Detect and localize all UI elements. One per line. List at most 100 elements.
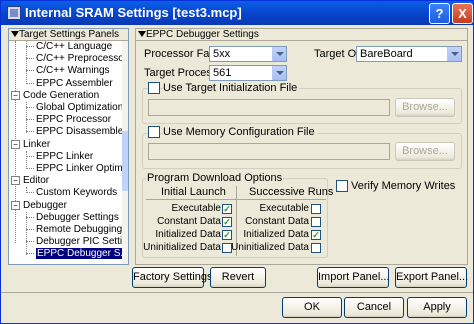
initial-option-label: Constant Data: [157, 216, 221, 227]
tree-group[interactable]: − Linker: [9, 139, 122, 150]
footer-divider: [1, 292, 473, 293]
collapse-icon[interactable]: −: [11, 140, 20, 149]
tree-item-label: EPPC Linker: [36, 151, 94, 162]
tree-connector: [26, 131, 34, 132]
close-button[interactable]: X: [452, 3, 473, 24]
tree-group[interactable]: − Editor: [9, 175, 122, 186]
tree-item-label: EPPC Debugger S...: [36, 248, 129, 259]
tree-item-label: Debugger: [23, 200, 67, 211]
successive-option-label: Uninitialized Data: [231, 242, 309, 253]
tree-connector: [26, 83, 34, 84]
processor-family-select[interactable]: 5xx: [209, 46, 287, 62]
initial-option-checkbox[interactable]: ✓: [222, 230, 232, 240]
target-init-file-field[interactable]: [148, 99, 390, 116]
tree-item-label: EPPC Disassembler: [36, 126, 127, 137]
chevron-down-icon: [447, 47, 461, 61]
ok-button[interactable]: OK: [282, 297, 342, 318]
tree-connector: [26, 229, 34, 230]
tree-connector: [26, 58, 34, 59]
successive-option-label: Constant Data: [245, 216, 309, 227]
initial-option-label: Executable: [171, 203, 221, 214]
collapse-triangle-icon: [11, 31, 19, 37]
initial-option-checkbox[interactable]: ✓: [222, 204, 232, 214]
successive-runs-heading: Successive Runs: [249, 186, 334, 198]
tree-connector: [26, 241, 34, 242]
target-processor-value: 561: [213, 67, 232, 79]
export-panel-button[interactable]: Export Panel...: [395, 267, 468, 288]
revert-button[interactable]: Revert: [210, 267, 266, 288]
initial-option-checkbox[interactable]: ✓: [222, 217, 232, 227]
tree-group[interactable]: − Debugger: [9, 200, 122, 211]
successive-option-label: Executable: [259, 203, 309, 214]
tree-item-label: Debugger Settings: [36, 212, 119, 223]
tree-connector: [26, 107, 34, 108]
initial-option-label: Initialized Data: [155, 229, 221, 240]
program-download-options-title: Program Download Options: [146, 172, 284, 184]
successive-option-checkbox[interactable]: [311, 217, 321, 227]
import-panel-button[interactable]: Import Panel...: [317, 267, 390, 288]
target-settings-panels: Target Settings Panels C/C++ Language C/C…: [8, 28, 129, 265]
apply-button[interactable]: Apply: [407, 297, 467, 318]
scrollbar-thumb[interactable]: [122, 131, 128, 191]
successive-option-checkbox[interactable]: ✓: [311, 230, 321, 240]
use-target-init-label: Use Target Initialization File: [163, 82, 300, 94]
successive-option-checkbox[interactable]: [311, 243, 321, 253]
tree-item-label: Global Optimizations: [36, 102, 129, 113]
app-icon: [7, 6, 21, 20]
target-os-value: BareBoard: [360, 48, 413, 60]
tree-item-label: Linker: [23, 139, 51, 150]
tree-group[interactable]: − Code Generation: [9, 90, 122, 101]
cancel-button[interactable]: Cancel: [344, 297, 404, 318]
tree-connector: [26, 70, 34, 71]
panel-header[interactable]: EPPC Debugger Settings: [136, 29, 467, 41]
chevron-down-icon: [272, 66, 286, 80]
tree-item-label: Code Generation: [23, 90, 100, 101]
browse-mem-config-button[interactable]: Browse...: [395, 142, 455, 161]
title-bar[interactable]: Internal SRAM Settings [test3.mcp] ? X: [1, 1, 473, 25]
collapse-icon[interactable]: −: [11, 176, 20, 185]
target-os-select[interactable]: BareBoard: [356, 46, 462, 62]
browse-target-init-button[interactable]: Browse...: [395, 98, 455, 117]
factory-settings-button[interactable]: Factory Settings: [132, 267, 212, 288]
tree-connector: [26, 119, 34, 120]
tree-item-label: C/C++ Warnings: [36, 65, 110, 76]
use-mem-config-label: Use Memory Configuration File: [163, 126, 317, 138]
chevron-down-icon: [272, 47, 286, 61]
tree-connector: [26, 192, 34, 193]
initial-launch-heading: Initial Launch: [161, 186, 226, 198]
use-target-init-checkbox[interactable]: [148, 82, 160, 94]
use-mem-config-checkbox[interactable]: [148, 126, 160, 138]
tree-item-label: Editor: [23, 175, 50, 186]
target-processor-select[interactable]: 561: [209, 65, 287, 81]
verify-memory-writes-label: Verify Memory Writes: [351, 180, 456, 192]
tree-connector: [26, 46, 34, 47]
tree-scrollbar[interactable]: [122, 41, 128, 264]
verify-memory-writes-checkbox[interactable]: [336, 180, 348, 192]
collapse-triangle-icon: [138, 31, 146, 37]
settings-window: Internal SRAM Settings [test3.mcp] ? X T…: [0, 0, 474, 324]
tree-item-label: EPPC Processor: [36, 114, 112, 125]
successive-option-label: Initialized Data: [243, 229, 309, 240]
tree-item-label: EPPC Linker Optimi...: [36, 163, 129, 174]
tree-item-label: Debugger PIC Setti...: [36, 236, 129, 247]
tree-item-label: C/C++ Preprocessor: [36, 53, 128, 64]
successive-option-checkbox[interactable]: [311, 204, 321, 214]
initial-option-label: Uninitialized Data: [143, 242, 221, 253]
tree-connector: [26, 217, 34, 218]
processor-family-value: 5xx: [213, 48, 231, 60]
help-button[interactable]: ?: [429, 3, 450, 24]
panel-list-title: Target Settings Panels: [19, 29, 120, 40]
tree-connector: [26, 253, 34, 254]
tree-item-label: EPPC Assembler: [36, 78, 113, 89]
panel-tree: C/C++ Language C/C++ Preprocessor C/C++ Wa…: [9, 41, 128, 264]
collapse-icon[interactable]: −: [11, 201, 20, 210]
tree-item-label: Remote Debugging: [36, 224, 123, 235]
tree-connector: [26, 168, 34, 169]
eppc-debugger-settings-panel: EPPC Debugger Settings Processor Family:…: [135, 28, 468, 265]
mem-config-file-field[interactable]: [148, 143, 390, 160]
panel-title: EPPC Debugger Settings: [146, 29, 259, 40]
tree-connector: [26, 156, 34, 157]
collapse-icon[interactable]: −: [11, 91, 20, 100]
panel-list-header[interactable]: Target Settings Panels: [9, 29, 128, 41]
tree-item-label: Custom Keywords: [36, 187, 118, 198]
